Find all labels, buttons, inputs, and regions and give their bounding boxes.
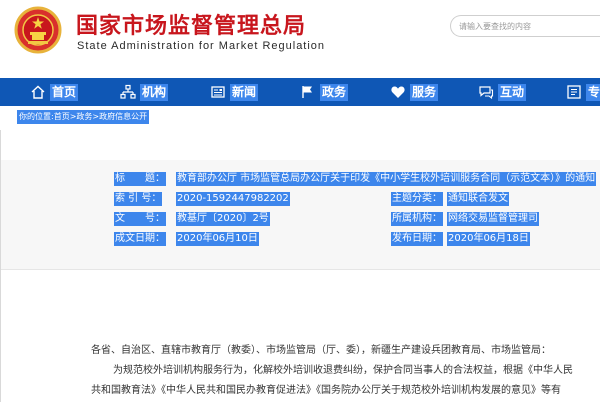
site-title: 国家市场监督管理总局 bbox=[76, 14, 307, 39]
search-input[interactable] bbox=[450, 15, 600, 37]
meta-created-label: 成文日期： bbox=[114, 232, 166, 246]
chat-icon bbox=[479, 86, 494, 100]
nav-item-interact[interactable]: 互动 bbox=[478, 78, 527, 106]
nav-label: 互动 bbox=[498, 83, 527, 101]
heart-icon bbox=[391, 86, 405, 98]
nav-label: 新闻 bbox=[230, 83, 259, 101]
meta-title-label: 标 题： bbox=[114, 172, 166, 186]
topic-icon bbox=[567, 85, 581, 99]
site-header: 国家市场监督管理总局 State Administration for Mark… bbox=[0, 0, 600, 78]
main-nav: 首页 机构 新闻 政务 服务 互动 专 bbox=[0, 78, 600, 106]
nav-item-topics[interactable]: 专 bbox=[566, 78, 600, 106]
breadcrumb[interactable]: 你的位置:首页>政务>政府信息公开 bbox=[17, 110, 150, 124]
document-meta-table: 标 题： 教育部办公厅 市场监管总局办公厅关于印发《中小学生校外培训服务合同（示… bbox=[1, 160, 600, 270]
meta-category-value: 通知联合发文 bbox=[447, 192, 509, 206]
nav-label: 首页 bbox=[50, 83, 79, 101]
meta-published-label: 发布日期： bbox=[391, 232, 443, 246]
meta-published-value: 2020年06月18日 bbox=[447, 232, 530, 246]
article-salutation: 各省、自治区、直辖市教育厅（教委）、市场监管局（厅、委），新疆生产建设兵团教育局… bbox=[91, 345, 551, 356]
article-paragraph-line: 共和国教育法》《中华人民共和国民办教育促进法》《国务院办公厅关于规范校外培训机构… bbox=[91, 385, 561, 396]
meta-docno-label: 文 号： bbox=[114, 212, 166, 226]
meta-index-value: 2020-1592447982202 bbox=[176, 192, 290, 206]
nav-item-home[interactable]: 首页 bbox=[30, 78, 79, 106]
nav-label: 专 bbox=[586, 83, 600, 101]
home-icon bbox=[31, 85, 45, 99]
nav-label: 服务 bbox=[410, 83, 439, 101]
newspaper-icon bbox=[211, 86, 225, 98]
national-emblem-icon bbox=[14, 6, 62, 54]
nav-item-org[interactable]: 机构 bbox=[120, 78, 169, 106]
article-paragraph-line: 为规范校外培训机构服务行为，化解校外培训收退费纠纷，保护合同当事人的合法权益，根… bbox=[113, 365, 573, 376]
article-panel: 标 题： 教育部办公厅 市场监管总局办公厅关于印发《中小学生校外培训服务合同（示… bbox=[0, 130, 600, 402]
meta-created-value: 2020年06月10日 bbox=[176, 232, 259, 246]
meta-agency-value: 网络交易监督管理司 bbox=[447, 212, 539, 226]
nav-label: 政务 bbox=[320, 83, 349, 101]
sitemap-icon bbox=[120, 84, 136, 99]
nav-label: 机构 bbox=[140, 83, 169, 101]
nav-item-news[interactable]: 新闻 bbox=[210, 78, 259, 106]
meta-docno-value: 教基厅〔2020〕2号 bbox=[176, 212, 270, 226]
meta-agency-label: 所属机构： bbox=[391, 212, 443, 226]
meta-index-label: 索 引 号： bbox=[114, 192, 163, 206]
flag-icon bbox=[302, 86, 312, 98]
site-subtitle: State Administration for Market Regulati… bbox=[77, 40, 326, 52]
nav-item-services[interactable]: 服务 bbox=[390, 78, 439, 106]
meta-title-value: 教育部办公厅 市场监管总局办公厅关于印发《中小学生校外培训服务合同（示范文本）》… bbox=[176, 172, 597, 186]
nav-item-affairs[interactable]: 政务 bbox=[300, 78, 349, 106]
meta-category-label: 主题分类： bbox=[391, 192, 443, 206]
